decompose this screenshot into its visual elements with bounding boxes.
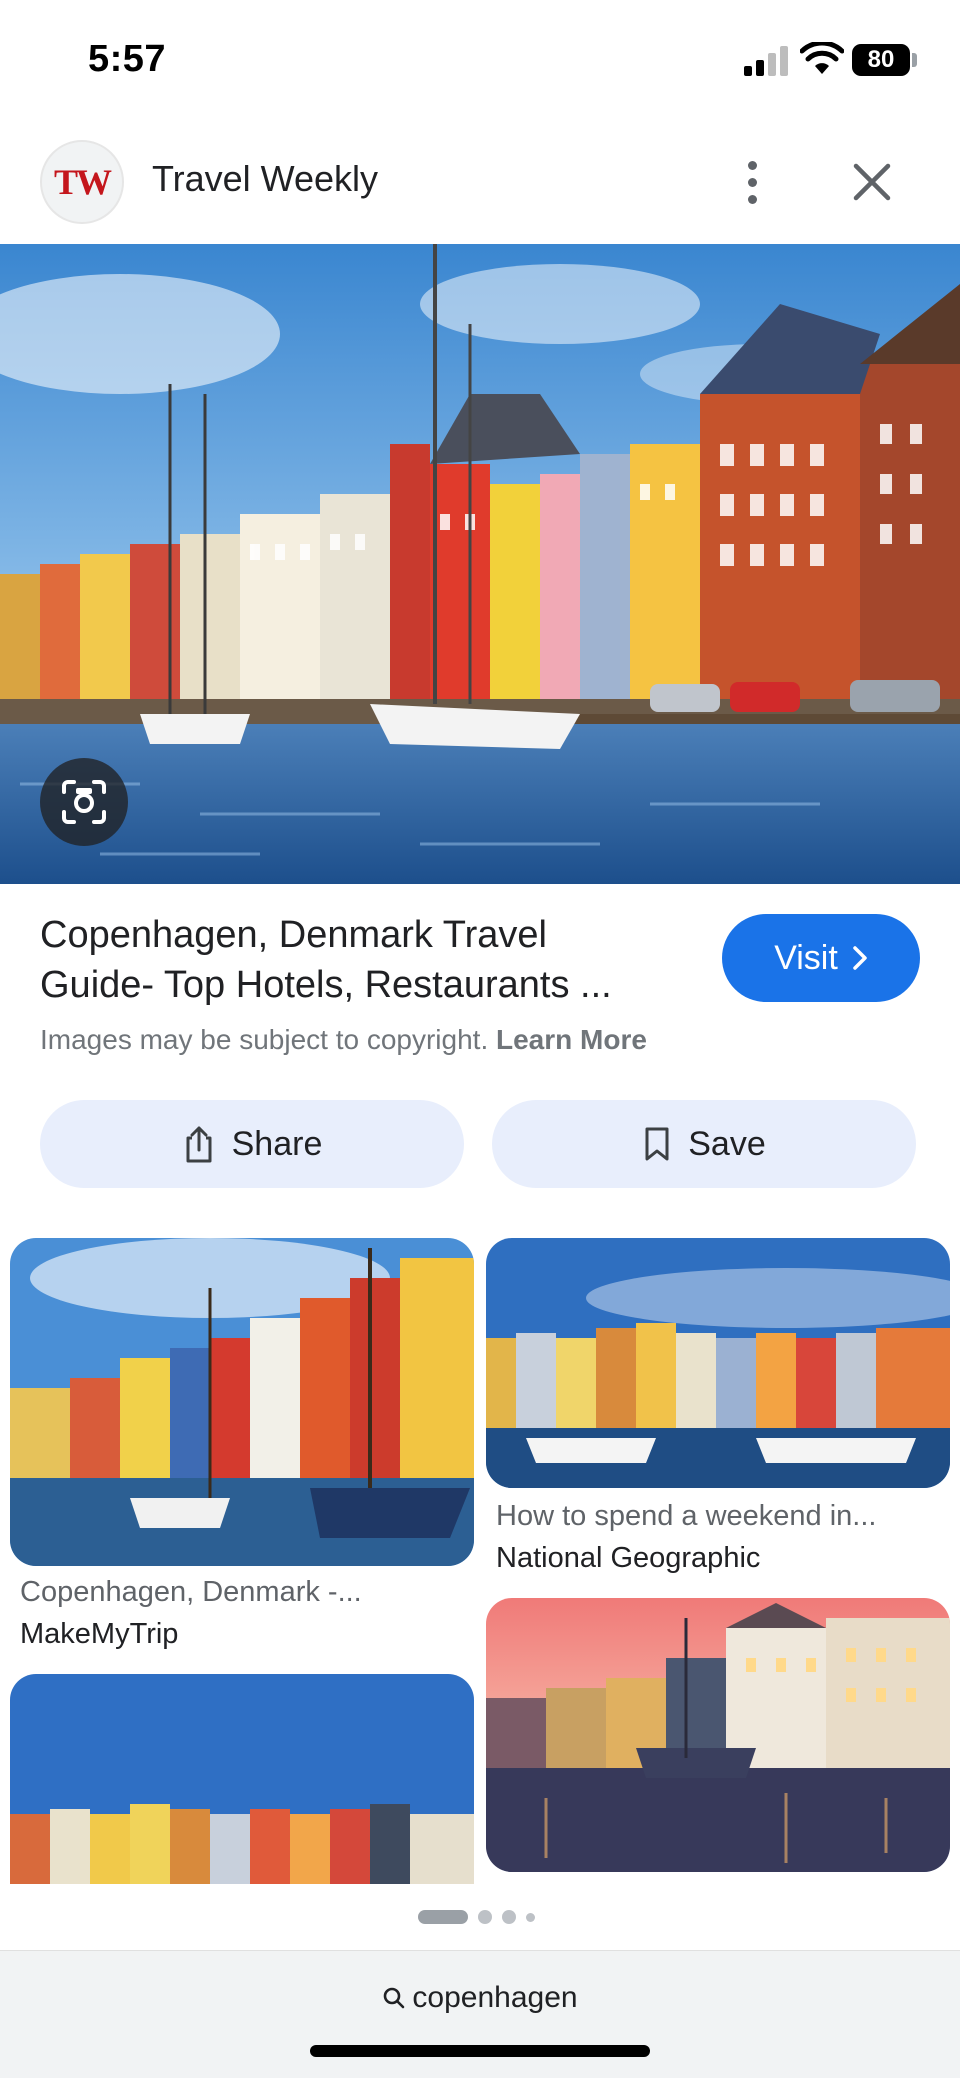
related-image-4[interactable]	[486, 1598, 950, 1872]
related-source-1[interactable]: MakeMyTrip	[20, 1618, 178, 1651]
related-image-3[interactable]	[10, 1674, 474, 1884]
status-bar: 5:57 80	[0, 0, 960, 120]
main-image[interactable]	[0, 244, 960, 884]
result-title-line-2: Guide- Top Hotels, Restaurants ...	[40, 964, 612, 1006]
save-button[interactable]: Save	[492, 1100, 916, 1188]
related-source-2[interactable]: National Geographic	[496, 1542, 760, 1575]
copyright-text: Images may be subject to copyright.	[40, 1024, 489, 1055]
viewer-header: TW Travel Weekly	[0, 130, 960, 242]
visit-label: Visit	[774, 938, 838, 977]
status-time: 5:57	[88, 38, 167, 80]
result-title[interactable]: Copenhagen, Denmark Travel Guide- Top Ho…	[40, 910, 680, 1010]
search-query: copenhagen	[412, 1981, 578, 2014]
copyright-notice: Images may be subject to copyright. Lear…	[40, 1024, 647, 1056]
related-title-1[interactable]: Copenhagen, Denmark -...	[20, 1576, 362, 1609]
home-indicator	[310, 2045, 650, 2057]
wifi-icon	[800, 42, 844, 74]
share-icon	[186, 1126, 212, 1163]
save-label: Save	[688, 1124, 766, 1163]
chevron-right-icon	[853, 946, 867, 970]
learn-more-link[interactable]: Learn More	[496, 1024, 647, 1055]
close-icon[interactable]	[842, 152, 902, 212]
share-button[interactable]: Share	[40, 1100, 464, 1188]
search-query-button[interactable]: copenhagen	[0, 1981, 960, 2015]
page-indicator	[0, 1910, 960, 1926]
site-name[interactable]: Travel Weekly	[152, 158, 378, 200]
battery-nub	[912, 53, 917, 67]
bookmark-icon	[645, 1127, 669, 1161]
share-label: Share	[231, 1124, 323, 1163]
lens-icon	[62, 780, 106, 824]
signal-icon	[744, 46, 788, 76]
visit-button[interactable]: Visit	[722, 914, 920, 1002]
bottom-search-bar[interactable]: copenhagen	[0, 1950, 960, 2078]
site-logo[interactable]: TW	[40, 140, 124, 224]
result-title-line-1: Copenhagen, Denmark Travel	[40, 914, 547, 956]
more-vert-icon[interactable]	[728, 150, 776, 214]
related-image-1[interactable]	[10, 1238, 474, 1566]
search-icon	[384, 1987, 405, 2009]
related-image-2[interactable]	[486, 1238, 950, 1488]
related-title-2[interactable]: How to spend a weekend in...	[496, 1500, 876, 1533]
lens-button[interactable]	[40, 758, 128, 846]
battery-indicator: 80	[852, 44, 910, 76]
